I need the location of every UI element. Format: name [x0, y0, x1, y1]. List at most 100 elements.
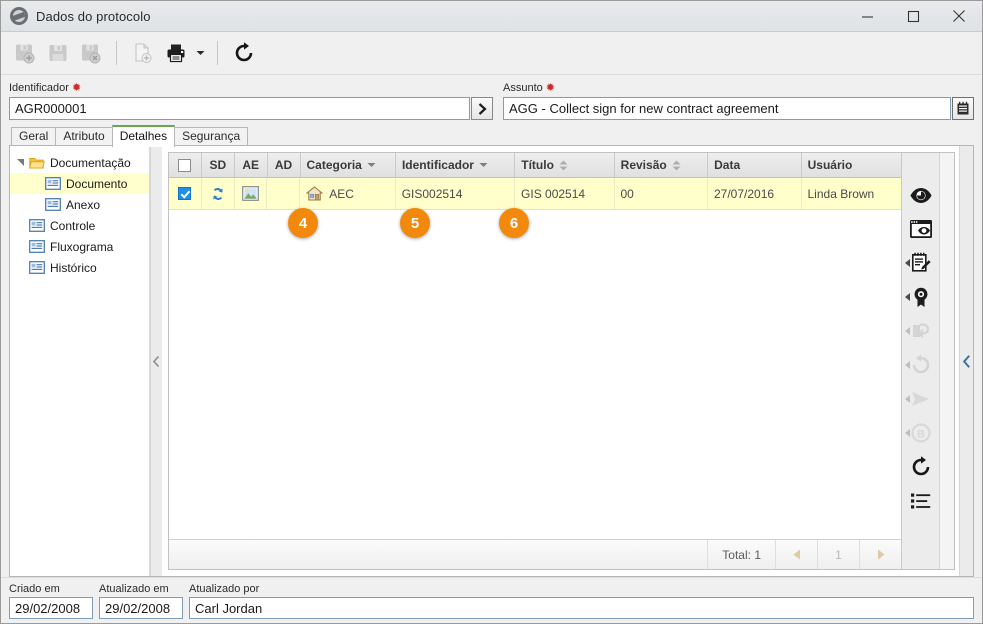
tab-atributo[interactable]: Atributo	[55, 127, 113, 145]
print-icon[interactable]	[160, 38, 191, 69]
grid-header-ad[interactable]: AD	[268, 153, 301, 177]
tree-item-anexo[interactable]: Anexo	[10, 194, 149, 215]
atualizado-por-label: Atualizado por	[189, 583, 260, 595]
grid-main: SD AE AD Categoria Identificador Título	[169, 153, 901, 569]
tree-item-controle[interactable]: Controle	[10, 215, 149, 236]
send-icon[interactable]	[904, 385, 936, 413]
revision-icon[interactable]	[904, 317, 936, 345]
select-all-checkbox[interactable]	[178, 158, 192, 172]
toolbar-separator-2	[217, 41, 218, 65]
save-new-icon[interactable]	[9, 38, 40, 69]
identificador-field: Identificador ✹	[9, 81, 493, 120]
refresh-icon[interactable]	[906, 453, 936, 481]
current-page-label[interactable]: 1	[817, 540, 859, 569]
identificador-label: Identificador ✹	[9, 81, 493, 95]
criado-em-input[interactable]	[9, 597, 93, 619]
atualizado-em-input[interactable]	[99, 597, 183, 619]
identificador-input[interactable]	[9, 97, 470, 120]
submenu-flag-icon	[904, 395, 910, 403]
assunto-field: Assunto ✹	[503, 81, 974, 120]
prev-page-button[interactable]	[775, 540, 817, 569]
globe-icon	[10, 7, 28, 25]
view-icon[interactable]	[906, 181, 936, 209]
grid-header-select-all[interactable]	[169, 153, 202, 177]
tree-collapse-handle[interactable]	[150, 146, 162, 576]
notepad-edit-icon[interactable]	[904, 249, 936, 277]
tab-seguranca[interactable]: Segurança	[174, 127, 249, 145]
undo-circle-icon[interactable]	[904, 351, 936, 379]
sync-icon[interactable]	[210, 186, 226, 202]
submenu-flag-icon	[904, 259, 910, 267]
grid-body: AEC GIS002514 GIS 002514 00 27/07/2016 L…	[169, 178, 901, 539]
grid-header-usuario[interactable]: Usuário	[802, 153, 901, 177]
row-select-cell[interactable]	[169, 178, 202, 209]
grid-header-sd[interactable]: SD	[202, 153, 235, 177]
assunto-input-wrap	[503, 97, 974, 120]
tree-item-documentacao[interactable]: Documentação	[10, 152, 149, 173]
expander-collapse-icon[interactable]	[14, 156, 27, 169]
save-icon[interactable]	[42, 38, 73, 69]
tree-item-label: Documentação	[50, 155, 131, 170]
maximize-button[interactable]	[890, 1, 936, 32]
grid-header-data[interactable]: Data	[708, 153, 802, 177]
refresh-icon[interactable]	[228, 38, 259, 69]
row-checkbox[interactable]	[178, 187, 192, 200]
list-lookup-icon[interactable]	[952, 97, 974, 120]
close-button[interactable]	[936, 1, 982, 32]
grid-header-identificador[interactable]: Identificador	[396, 153, 516, 177]
document-list-icon	[27, 219, 47, 232]
submenu-flag-icon	[904, 361, 910, 369]
toolbar-separator-1	[116, 41, 117, 65]
document-list-icon	[43, 177, 63, 190]
row-revisao-cell: 00	[615, 178, 708, 209]
grid-header-ae[interactable]: AE	[235, 153, 268, 177]
callout-badge-6: 6	[499, 208, 529, 238]
grid-header-revisao[interactable]: Revisão	[615, 153, 709, 177]
sort-desc-icon	[367, 163, 376, 167]
grid-header-categoria[interactable]: Categoria	[301, 153, 396, 177]
identificador-input-wrap	[9, 97, 493, 120]
minimize-button[interactable]	[844, 1, 890, 32]
form-fields: Identificador ✹ Assunto ✹	[1, 75, 982, 120]
print-dropdown-caret-icon[interactable]	[193, 38, 207, 69]
navigation-tree: Documentação Documento Anexo Controle Fl…	[10, 146, 150, 576]
collapse-left-icon	[962, 354, 970, 368]
assunto-input[interactable]	[503, 97, 951, 120]
cancel-b-icon[interactable]: B	[904, 419, 936, 447]
grid-header-titulo[interactable]: Título	[515, 153, 615, 177]
tab-strip: Geral Atributo Detalhes Segurança	[1, 125, 982, 147]
row-sd-cell[interactable]	[202, 178, 235, 209]
callout-badge-5: 5	[400, 208, 430, 238]
criado-em-label: Criado em	[9, 583, 60, 595]
submenu-flag-icon	[904, 327, 910, 335]
row-ae-cell[interactable]	[235, 178, 268, 209]
grid-header-label: Revisão	[620, 158, 667, 172]
panel-collapse-handle[interactable]	[959, 146, 973, 576]
atualizado-por-input[interactable]	[189, 597, 974, 619]
tree-item-historico[interactable]: Histórico	[10, 257, 149, 278]
tree-item-documento[interactable]: Documento	[10, 173, 149, 194]
bottom-status-bar: Criado em Atualizado em Atualizado por	[1, 577, 982, 623]
row-ad-cell[interactable]	[267, 178, 301, 209]
certificate-icon[interactable]	[904, 283, 936, 311]
identificador-expand-button[interactable]	[471, 97, 493, 120]
svg-text:B: B	[917, 429, 925, 441]
tab-geral[interactable]: Geral	[11, 127, 57, 145]
save-close-icon[interactable]	[75, 38, 106, 69]
tree-item-fluxograma[interactable]: Fluxograma	[10, 236, 149, 257]
list-details-icon[interactable]	[906, 487, 936, 515]
grid-total-label: Total: 1	[707, 540, 775, 569]
grid-action-sidebar: B	[901, 153, 939, 569]
image-icon[interactable]	[242, 186, 259, 201]
table-row[interactable]: AEC GIS002514 GIS 002514 00 27/07/2016 L…	[169, 178, 901, 210]
tree-item-label: Controle	[50, 218, 96, 233]
grid-vertical-scrollbar[interactable]	[939, 153, 954, 569]
tab-detalhes[interactable]: Detalhes	[111, 125, 176, 147]
new-document-icon[interactable]	[127, 38, 158, 69]
view-window-icon[interactable]	[906, 215, 936, 243]
required-marker-icon: ✹	[545, 81, 555, 94]
next-page-button[interactable]	[859, 540, 901, 569]
app-window: Dados do protocolo Identificador ✹ AGR00…	[0, 0, 983, 624]
